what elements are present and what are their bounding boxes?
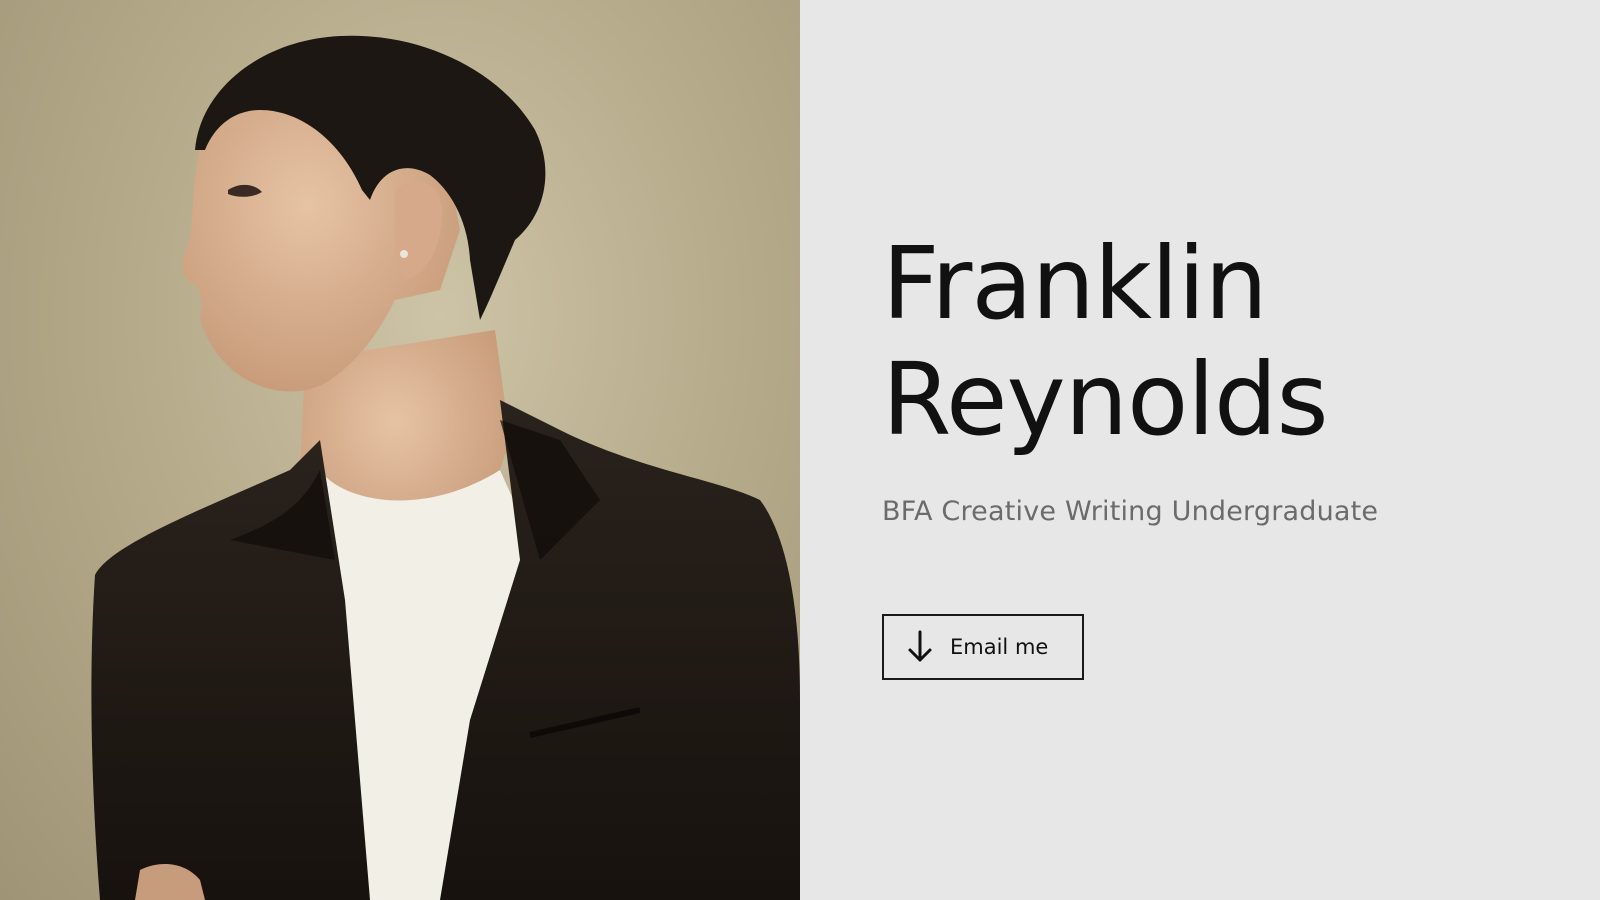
email-me-label: Email me — [950, 635, 1049, 659]
portfolio-hero: Franklin Reynolds BFA Creative Writing U… — [0, 0, 1600, 900]
page-title: Franklin Reynolds — [882, 225, 1329, 458]
first-name: Franklin — [882, 225, 1268, 342]
last-name: Reynolds — [882, 341, 1329, 458]
arrow-down-icon — [906, 630, 934, 664]
email-me-button[interactable]: Email me — [882, 614, 1084, 680]
subtitle: BFA Creative Writing Undergraduate — [882, 496, 1379, 527]
hero-content: Franklin Reynolds BFA Creative Writing U… — [800, 0, 1600, 900]
earring — [400, 250, 408, 258]
portrait-photo — [0, 0, 800, 900]
portrait-illustration — [91, 35, 800, 900]
